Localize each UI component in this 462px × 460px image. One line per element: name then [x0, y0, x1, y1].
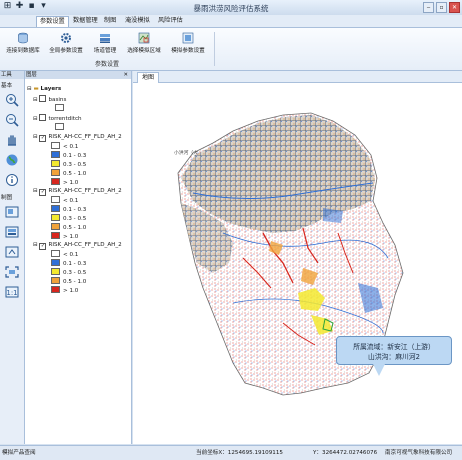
legend-item: 0.3 - 0.5 — [51, 268, 86, 276]
status-company: 南京可视气象科技有限公司 — [385, 450, 453, 456]
layer-visibility-checkbox[interactable] — [39, 114, 47, 121]
expand-icon[interactable]: ⊟ — [33, 116, 38, 122]
tools-basic-section: 基本 — [1, 83, 13, 89]
layer-visibility-checkbox[interactable] — [39, 95, 47, 102]
tools-panel-title: 工具 — [0, 71, 24, 79]
expand-icon[interactable]: ⊟ — [33, 97, 38, 103]
layer-visibility-checkbox[interactable]: ✓ — [39, 243, 47, 250]
folder-icon: ▬ — [33, 86, 39, 92]
map-info-callout: 所属流域：新安江（上游） 山洪沟：麻川河2 — [336, 336, 452, 365]
legend-item: 0.1 - 0.3 — [51, 205, 86, 213]
database-icon — [18, 32, 28, 44]
map-view[interactable]: 地图 小洪河（大 所属流域：新安江（上游） 山洪沟：麻川河2 — [133, 71, 462, 444]
map-label: 小洪河（大 — [174, 151, 198, 156]
layers-panel: 图层 ✕ ⊟ ▬ Layers ⊟ basins ⊟ torrentditch ⊟… — [25, 71, 132, 444]
settings-map-icon — [182, 32, 194, 44]
window-controls: ‒ ▫ ✕ — [423, 2, 460, 13]
menu-data-management[interactable]: 数据管理 — [70, 16, 101, 26]
select-simulation-area-button[interactable]: 选择模拟区域 — [124, 32, 164, 54]
legend-item: 0.3 - 0.5 — [51, 160, 86, 168]
export-map-icon[interactable] — [4, 245, 20, 259]
zoom-out-icon[interactable] — [4, 113, 20, 127]
layer-risk-1[interactable]: ⊟ ✓ RISK_AH-CC_FF_FLD_AH_2 — [33, 133, 122, 142]
layer-risk-2[interactable]: ⊟ ✓ RISK_AH-CC_FF_FLD_AH_2 — [33, 187, 122, 196]
maximize-button[interactable]: ▫ — [436, 2, 447, 13]
tools-panel: 工具 基本 制图 1:1 — [0, 71, 25, 444]
channel-management-button[interactable]: 场道管理 — [88, 32, 122, 54]
callout-basin: 所属流域：新安江（上游） — [353, 343, 435, 351]
global-parameters-button[interactable]: 全局参数设置 — [46, 32, 86, 54]
status-bar: 模拟产品查阅 当前坐标X：1254695.19109115 Y：3264472.… — [0, 445, 462, 460]
layers-icon — [100, 34, 110, 43]
menu-inundation-simulation[interactable]: 淹没模拟 — [122, 16, 153, 26]
connect-database-button[interactable]: 连接到数据库 — [3, 32, 43, 54]
map-tab-bar: 地图 — [133, 71, 462, 83]
legend-item: < 0.1 — [51, 196, 78, 204]
expand-icon[interactable]: ⊟ — [27, 86, 32, 92]
map-layout-icon[interactable] — [4, 225, 20, 239]
legend-item: 0.5 - 1.0 — [51, 277, 86, 285]
menu-bar: 参数设置 数据管理 制图 淹没模拟 风险评估 — [0, 15, 462, 28]
info-icon[interactable] — [4, 173, 20, 187]
legend-swatch — [55, 104, 67, 112]
layers-panel-title: 图层 ✕ — [25, 71, 131, 79]
legend-item: < 0.1 — [51, 142, 78, 150]
gear-icon — [61, 33, 71, 43]
expand-icon[interactable]: ⊟ — [33, 134, 38, 140]
callout-pointer — [373, 364, 385, 376]
legend-item: > 1.0 — [51, 286, 78, 294]
map-select-icon — [138, 32, 150, 44]
simulation-parameters-button[interactable]: 模拟参数设置 — [166, 32, 210, 54]
legend-item: 0.5 - 1.0 — [51, 169, 86, 177]
legend-item: > 1.0 — [51, 232, 78, 240]
layer-risk-3[interactable]: ⊟ ✓ RISK_AH-CC_FF_FLD_AH_2 — [33, 241, 122, 250]
zoom-in-icon[interactable] — [4, 93, 20, 107]
callout-ditch: 山洪沟：麻川河2 — [368, 353, 420, 361]
window-title: 暴雨洪涝风险评估系统 — [193, 4, 269, 13]
ribbon: 连接到数据库 全局参数设置 场道管理 选择模拟区域 模拟参数设置 参数设置 — [0, 28, 462, 71]
menu-parameter-settings[interactable]: 参数设置 — [36, 16, 69, 27]
status-left: 模拟产品查阅 — [2, 450, 36, 456]
legend-item: > 1.0 — [51, 178, 78, 186]
status-y-coordinate: Y：3264472.02746076 — [313, 450, 378, 456]
status-x-coordinate: 当前坐标X：1254695.19109115 — [196, 450, 283, 456]
close-button[interactable]: ✕ — [449, 2, 460, 13]
expand-icon[interactable]: ⊟ — [33, 188, 38, 194]
legend-item: 0.5 - 1.0 — [51, 223, 86, 231]
svg-text:1:1: 1:1 — [6, 289, 17, 297]
map-frame-icon[interactable] — [4, 205, 20, 219]
pan-hand-icon[interactable] — [4, 133, 20, 147]
tools-mapping-section: 制图 — [1, 195, 13, 201]
map-canvas[interactable] — [133, 83, 462, 444]
legend-swatch — [55, 123, 67, 131]
title-bar: ⊞ ✚ ▪ ▾ 暴雨洪涝风险评估系统 ‒ ▫ ✕ — [0, 0, 462, 16]
close-panel-icon[interactable]: ✕ — [123, 71, 128, 79]
map-tab[interactable]: 地图 — [137, 72, 160, 83]
menu-risk-assessment[interactable]: 风险评估 — [155, 16, 186, 26]
legend-item: 0.1 - 0.3 — [51, 151, 86, 159]
menu-mapping[interactable]: 制图 — [101, 16, 119, 26]
layer-visibility-checkbox[interactable]: ✓ — [39, 135, 47, 142]
ribbon-separator — [214, 32, 215, 66]
legend-item: 0.3 - 0.5 — [51, 214, 86, 222]
layer-root[interactable]: ⊟ ▬ Layers — [27, 85, 61, 93]
legend-item: < 0.1 — [51, 250, 78, 258]
layer-torrentditch[interactable]: ⊟ torrentditch — [33, 114, 82, 122]
globe-icon[interactable] — [4, 153, 20, 167]
scale-1-1-icon[interactable]: 1:1 — [4, 285, 20, 299]
layer-visibility-checkbox[interactable]: ✓ — [39, 189, 47, 196]
legend-item: 0.1 - 0.3 — [51, 259, 86, 267]
full-extent-icon[interactable] — [4, 265, 20, 279]
expand-icon[interactable]: ⊟ — [33, 242, 38, 248]
minimize-button[interactable]: ‒ — [423, 2, 434, 13]
layer-basins[interactable]: ⊟ basins — [33, 95, 66, 103]
ribbon-group-label: 参数设置 — [94, 61, 119, 68]
